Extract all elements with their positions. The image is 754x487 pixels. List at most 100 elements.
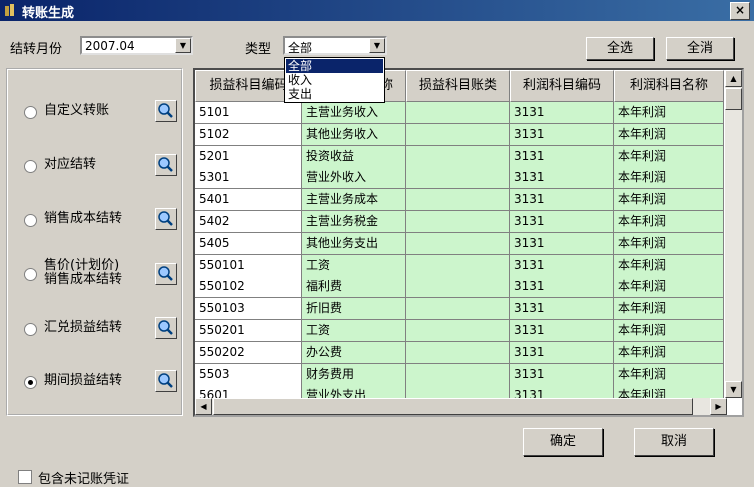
table-cell[interactable]: 3131	[510, 232, 614, 255]
scroll-up-icon[interactable]: ▲	[725, 70, 742, 87]
radio-button[interactable]	[24, 106, 37, 119]
table-cell[interactable]: 本年利润	[614, 320, 724, 342]
table-cell[interactable]: 本年利润	[614, 254, 724, 277]
table-cell[interactable]	[406, 276, 510, 299]
table-cell[interactable]: 本年利润	[614, 189, 724, 212]
table-cell[interactable]: 3131	[510, 189, 614, 212]
radio-period-profit-loss-transfer[interactable]: 期间损益结转	[24, 368, 184, 398]
table-cell[interactable]: 主营业务税金	[302, 211, 406, 233]
table-cell[interactable]	[406, 189, 510, 212]
scroll-thumb[interactable]	[213, 398, 693, 415]
table-cell[interactable]: 本年利润	[614, 211, 724, 233]
table-cell[interactable]: 工资	[302, 320, 406, 342]
table-cell[interactable]: 5101	[195, 102, 302, 124]
table-cell[interactable]: 本年利润	[614, 363, 724, 386]
table-cell[interactable]: 营业外收入	[302, 167, 406, 190]
table-cell[interactable]: 投资收益	[302, 145, 406, 168]
table-cell[interactable]: 主营业务收入	[302, 102, 406, 124]
deselect-all-button[interactable]: 全消	[666, 37, 734, 60]
table-cell[interactable]: 本年利润	[614, 298, 724, 321]
table-cell[interactable]	[406, 145, 510, 168]
radio-button[interactable]	[24, 160, 37, 173]
radio-planned-price-cost-transfer[interactable]: 售价(计划价) 销售成本结转	[24, 258, 184, 294]
radio-exchange-gain-transfer[interactable]: 汇兑损益结转	[24, 315, 184, 345]
type-option-income[interactable]: 收入	[286, 73, 383, 87]
radio-corresponding-transfer[interactable]: 对应结转	[24, 152, 184, 182]
column-header[interactable]: 利润科目名称	[614, 70, 724, 102]
scroll-down-icon[interactable]: ▼	[725, 381, 742, 398]
table-cell[interactable]: 本年利润	[614, 167, 724, 190]
table-cell[interactable]: 3131	[510, 276, 614, 299]
table-cell[interactable]: 其他业务收入	[302, 123, 406, 146]
table-cell[interactable]: 3131	[510, 102, 614, 124]
type-option-expense[interactable]: 支出	[286, 87, 383, 101]
table-cell[interactable]: 3131	[510, 254, 614, 277]
table-cell[interactable]: 3131	[510, 320, 614, 342]
table-cell[interactable]	[406, 211, 510, 233]
vertical-scrollbar[interactable]: ▲ ▼	[725, 70, 742, 398]
table-cell[interactable]: 3131	[510, 298, 614, 321]
table-cell[interactable]: 550101	[195, 254, 302, 277]
scroll-left-icon[interactable]: ◀	[195, 398, 212, 415]
table-cell[interactable]: 3131	[510, 123, 614, 146]
table-cell[interactable]	[406, 102, 510, 124]
search-icon[interactable]	[155, 317, 177, 339]
horizontal-scrollbar[interactable]: ◀ ▶	[195, 398, 727, 415]
table-cell[interactable]: 3131	[510, 145, 614, 168]
table-cell[interactable]	[406, 254, 510, 277]
radio-sales-cost-transfer[interactable]: 销售成本结转	[24, 206, 184, 236]
table-cell[interactable]: 5102	[195, 123, 302, 146]
table-cell[interactable]: 550202	[195, 341, 302, 364]
search-icon[interactable]	[155, 263, 177, 285]
chevron-down-icon[interactable]: ▼	[175, 38, 191, 53]
table-cell[interactable]: 办公费	[302, 341, 406, 364]
column-header[interactable]: 损益科目账类	[406, 70, 510, 102]
table-cell[interactable]: 折旧费	[302, 298, 406, 321]
chevron-down-icon[interactable]: ▼	[369, 38, 385, 53]
include-unposted-checkbox[interactable]	[18, 470, 32, 484]
close-button[interactable]: ×	[730, 2, 750, 20]
type-select[interactable]: 全部 ▼	[283, 36, 387, 55]
table-cell[interactable]: 5201	[195, 145, 302, 168]
search-icon[interactable]	[155, 100, 177, 122]
ok-button[interactable]: 确定	[523, 428, 603, 456]
select-all-button[interactable]: 全选	[586, 37, 654, 60]
table-cell[interactable]: 3131	[510, 167, 614, 190]
search-icon[interactable]	[155, 208, 177, 230]
table-cell[interactable]: 工资	[302, 254, 406, 277]
month-select[interactable]: 2007.04 ▼	[80, 36, 193, 55]
radio-button[interactable]	[24, 268, 37, 281]
table-cell[interactable]: 3131	[510, 211, 614, 233]
table-cell[interactable]	[406, 320, 510, 342]
table-cell[interactable]: 福利费	[302, 276, 406, 299]
table-cell[interactable]: 5301	[195, 167, 302, 190]
table-cell[interactable]: 3131	[510, 341, 614, 364]
column-header[interactable]: 利润科目编码	[510, 70, 614, 102]
table-cell[interactable]	[406, 232, 510, 255]
table-cell[interactable]: 本年利润	[614, 276, 724, 299]
table-cell[interactable]: 本年利润	[614, 145, 724, 168]
table-cell[interactable]: 其他业务支出	[302, 232, 406, 255]
table-cell[interactable]: 5503	[195, 363, 302, 386]
radio-custom-transfer[interactable]: 自定义转账	[24, 98, 184, 128]
table-cell[interactable]: 主营业务成本	[302, 189, 406, 212]
radio-button-selected[interactable]	[24, 376, 37, 389]
radio-button[interactable]	[24, 214, 37, 227]
scroll-thumb[interactable]	[725, 88, 742, 110]
search-icon[interactable]	[155, 154, 177, 176]
type-option-all[interactable]: 全部	[286, 59, 383, 73]
table-cell[interactable]: 550103	[195, 298, 302, 321]
table-cell[interactable]: 本年利润	[614, 341, 724, 364]
scroll-right-icon[interactable]: ▶	[710, 398, 727, 415]
table-cell[interactable]: 本年利润	[614, 232, 724, 255]
table-cell[interactable]: 550201	[195, 320, 302, 342]
table-cell[interactable]: 5401	[195, 189, 302, 212]
table-cell[interactable]: 5405	[195, 232, 302, 255]
table-cell[interactable]	[406, 123, 510, 146]
table-cell[interactable]: 财务费用	[302, 363, 406, 386]
table-cell[interactable]: 5402	[195, 211, 302, 233]
table-cell[interactable]: 3131	[510, 363, 614, 386]
table-cell[interactable]	[406, 363, 510, 386]
table-cell[interactable]: 本年利润	[614, 123, 724, 146]
table-cell[interactable]: 本年利润	[614, 102, 724, 124]
